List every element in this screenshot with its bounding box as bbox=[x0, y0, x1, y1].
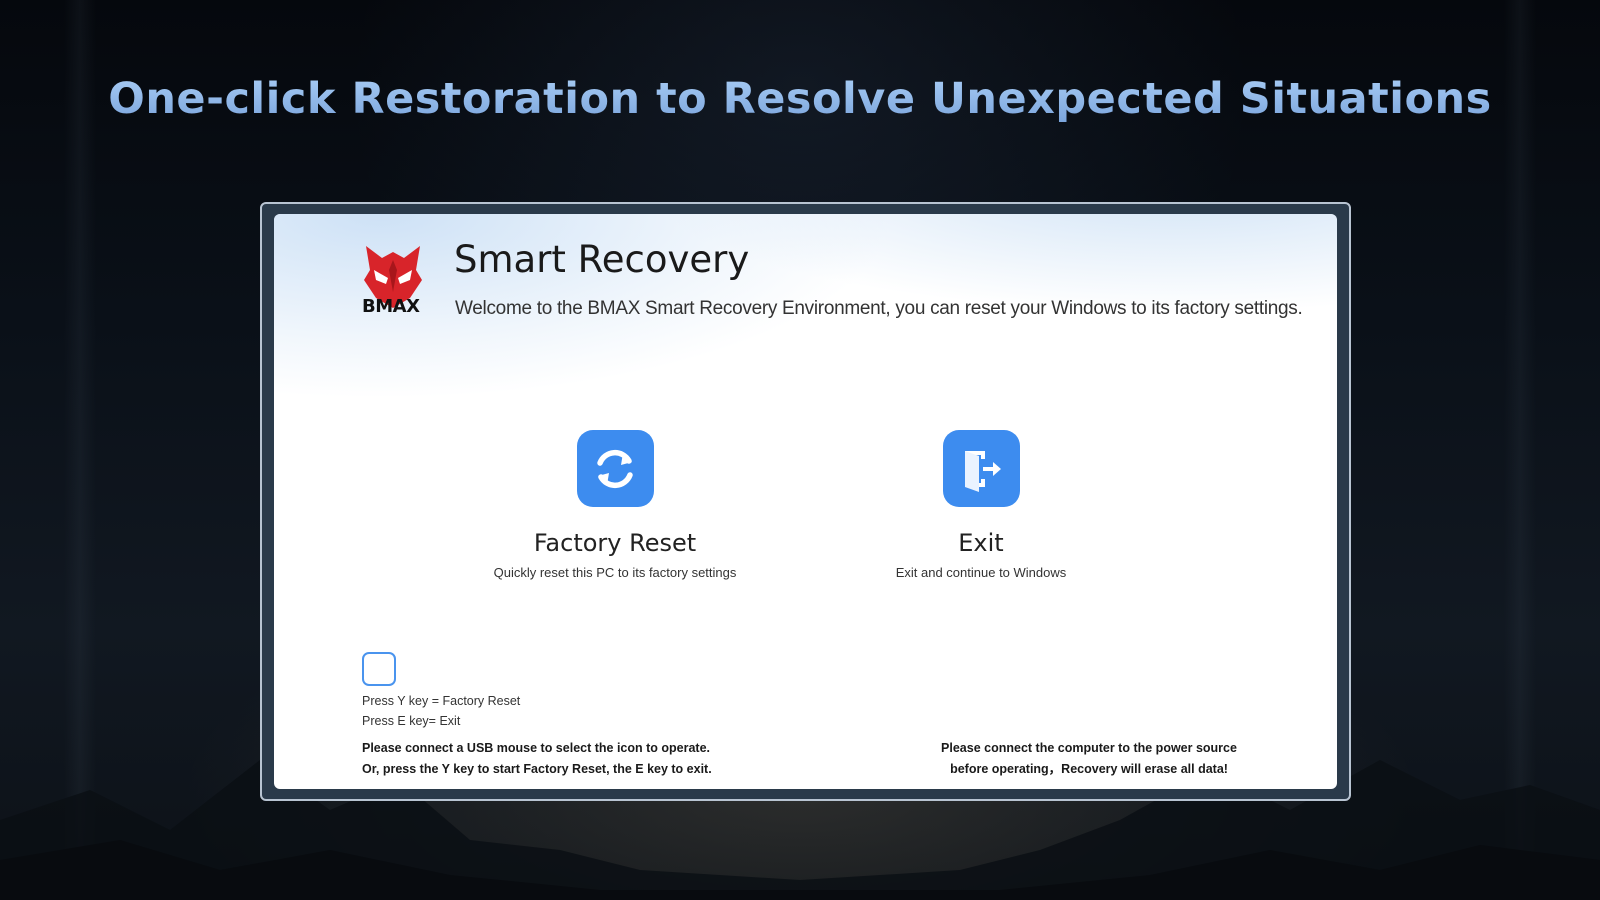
power-warning-line2: before operating，Recovery will erase all… bbox=[950, 762, 1228, 776]
power-warning-line1: Please connect the computer to the power… bbox=[941, 741, 1237, 755]
app-subtitle: Welcome to the BMAX Smart Recovery Envir… bbox=[455, 298, 1303, 319]
key-input-box[interactable] bbox=[362, 652, 396, 686]
exit-label: Exit bbox=[958, 529, 1004, 557]
usb-mouse-note-line1: Please connect a USB mouse to select the… bbox=[362, 741, 711, 755]
hint-y-key: Press Y key = Factory Reset bbox=[362, 694, 521, 708]
monitor-frame: BMAX Smart Recovery Welcome to the BMAX … bbox=[260, 202, 1351, 801]
factory-reset-label: Factory Reset bbox=[533, 529, 697, 557]
brand-wordmark: BMAX bbox=[362, 296, 420, 317]
exit-description: Exit and continue to Windows bbox=[895, 565, 1067, 580]
power-warning-note: Please connect the computer to the power… bbox=[934, 738, 1244, 780]
exit-button[interactable]: Exit Exit and continue to Windows bbox=[816, 430, 1146, 580]
refresh-icon[interactable] bbox=[576, 430, 654, 507]
hint-e-key: Press E key= Exit bbox=[362, 714, 461, 728]
page-headline: One-click Restoration to Resolve Unexpec… bbox=[0, 74, 1600, 124]
usb-mouse-note: Please connect a USB mouse to select the… bbox=[362, 738, 712, 780]
exit-door-icon[interactable] bbox=[942, 430, 1020, 507]
usb-mouse-note-line2: Or, press the Y key to start Factory Res… bbox=[362, 762, 712, 776]
app-title: Smart Recovery bbox=[454, 238, 750, 281]
recovery-screen: BMAX Smart Recovery Welcome to the BMAX … bbox=[274, 214, 1337, 789]
factory-reset-button[interactable]: Factory Reset Quickly reset this PC to i… bbox=[450, 430, 780, 580]
factory-reset-description: Quickly reset this PC to its factory set… bbox=[493, 565, 737, 580]
